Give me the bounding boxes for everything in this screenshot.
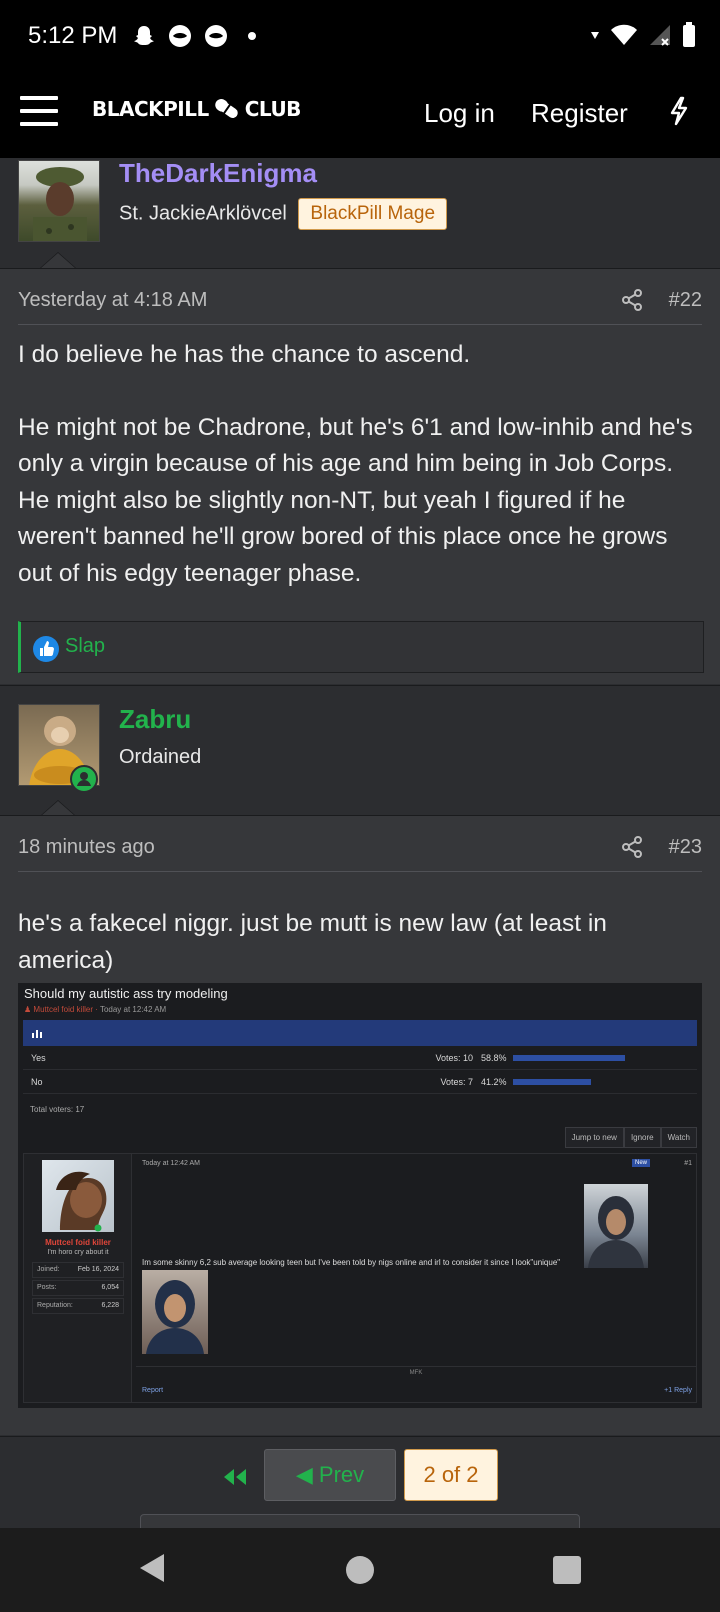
user-banner: BlackPill Mage bbox=[298, 198, 448, 230]
embed-thread-buttons: Jump to new Ignore Watch bbox=[564, 1127, 697, 1148]
pill-icon bbox=[214, 97, 240, 121]
embedded-screenshot-image[interactable]: Should my autistic ass try modeling ♟ Mu… bbox=[18, 983, 702, 1408]
embed-stat: Joined: Feb 16, 2024 bbox=[32, 1262, 124, 1278]
message-paragraph: He might not be Chadrone, but he's 6'1 a… bbox=[18, 413, 693, 587]
poll-votes: Votes: 10 bbox=[435, 1053, 473, 1063]
embed-reply: +1 Reply bbox=[664, 1387, 692, 1394]
embed-post: Muttcel foid killer I'm horo cry about i… bbox=[23, 1153, 697, 1403]
embed-poll-header bbox=[23, 1020, 697, 1046]
embed-post-number: #1 bbox=[684, 1160, 692, 1167]
first-page-icon[interactable] bbox=[222, 1467, 248, 1487]
embed-button: Watch bbox=[660, 1127, 697, 1148]
page-indicator[interactable]: 2 of 2 bbox=[404, 1449, 498, 1501]
user-title-row: St. JackieArklövcel BlackPill Mage bbox=[119, 198, 448, 230]
status-bar: 5:12 PM bbox=[0, 0, 720, 72]
bolt-icon[interactable] bbox=[668, 96, 690, 126]
embed-button: Ignore bbox=[623, 1127, 661, 1148]
online-status-icon bbox=[94, 1224, 102, 1232]
embed-poll-row: Yes Votes: 10 58.8% bbox=[23, 1046, 697, 1070]
share-icon[interactable] bbox=[620, 835, 644, 859]
thumbs-up-icon bbox=[33, 636, 59, 662]
back-icon[interactable] bbox=[138, 1552, 166, 1584]
home-icon[interactable] bbox=[346, 1556, 374, 1584]
username[interactable]: TheDarkEnigma bbox=[119, 158, 317, 189]
register-link[interactable]: Register bbox=[531, 98, 628, 129]
prev-label: Prev bbox=[318, 1462, 365, 1487]
user-title: St. JackieArklövcel bbox=[119, 202, 287, 225]
data-arrow-icon bbox=[591, 32, 599, 39]
embed-photo bbox=[584, 1184, 648, 1268]
chevron-left-icon: ◀ bbox=[295, 1462, 313, 1487]
embed-signature: MFK bbox=[136, 1366, 696, 1376]
embed-post-main: Today at 12:42 AM New #1 Im some skinny … bbox=[136, 1154, 696, 1402]
embed-post-sidebar: Muttcel foid killer I'm horo cry about i… bbox=[24, 1154, 132, 1402]
post-arrow bbox=[40, 252, 76, 268]
poll-option: Yes bbox=[31, 1053, 46, 1063]
login-link[interactable]: Log in bbox=[424, 98, 495, 129]
embed-button: Jump to new bbox=[564, 1127, 624, 1148]
menu-icon[interactable] bbox=[20, 96, 58, 128]
post-meta: Yesterday at 4:18 AM #22 bbox=[18, 275, 702, 325]
reaction-label[interactable]: Slap bbox=[65, 635, 105, 658]
reaction-bar[interactable]: Slap bbox=[18, 621, 704, 673]
status-time: 5:12 PM bbox=[28, 22, 118, 49]
recent-apps-icon[interactable] bbox=[553, 1556, 581, 1584]
embed-post-text: Im some skinny 6,2 sub average looking t… bbox=[142, 1258, 561, 1267]
post-user-block: Zabru Ordained bbox=[0, 685, 720, 816]
message-paragraph: I do believe he has the chance to ascend… bbox=[18, 341, 471, 368]
snapchat-icon bbox=[134, 26, 155, 45]
post-meta: 18 minutes ago #23 bbox=[18, 822, 702, 872]
post-arrow bbox=[40, 800, 76, 816]
embed-username: Muttcel foid killer bbox=[45, 1238, 111, 1247]
post-message: I do believe he has the chance to ascend… bbox=[18, 337, 702, 592]
poll-bar bbox=[513, 1055, 625, 1061]
embed-user-title: I'm horo cry about it bbox=[47, 1249, 109, 1256]
battery-icon bbox=[683, 22, 695, 47]
poll-votes: Votes: 7 bbox=[440, 1077, 473, 1087]
post-number[interactable]: #23 bbox=[669, 836, 702, 859]
embed-thread-author: ♟ Muttcel foid killer · Today at 12:42 A… bbox=[24, 1005, 167, 1014]
share-icon[interactable] bbox=[620, 288, 644, 312]
post-date[interactable]: Yesterday at 4:18 AM bbox=[18, 289, 207, 312]
logo-text-left: BLACKPILL bbox=[92, 97, 209, 121]
post-user-block: TheDarkEnigma St. JackieArklövcel BlackP… bbox=[0, 158, 720, 268]
wifi-icon bbox=[611, 24, 637, 45]
avatar[interactable] bbox=[18, 160, 100, 242]
signal-icon bbox=[650, 25, 670, 46]
notification-icon bbox=[169, 25, 192, 47]
embed-report: Report bbox=[142, 1387, 164, 1394]
message-paragraph: he's a fakecel niggr. just be mutt is ne… bbox=[18, 910, 607, 974]
username[interactable]: Zabru bbox=[119, 704, 191, 735]
top-navigation: BLACKPILL CLUB Log in Register bbox=[0, 72, 720, 158]
poll-total: Total voters: 17 bbox=[30, 1105, 85, 1114]
embed-stat: Reputation: 6,228 bbox=[32, 1298, 124, 1314]
chart-icon bbox=[32, 1030, 42, 1038]
post-date[interactable]: 18 minutes ago bbox=[18, 836, 155, 859]
notification-icon bbox=[205, 25, 228, 47]
prev-page-button[interactable]: ◀ Prev bbox=[264, 1449, 396, 1501]
embed-thread-title: Should my autistic ass try modeling bbox=[24, 986, 228, 1001]
embed-avatar bbox=[42, 1160, 114, 1232]
embed-new-badge: New bbox=[631, 1159, 650, 1167]
poll-percent: 58.8% bbox=[481, 1053, 507, 1063]
post-body: Yesterday at 4:18 AM #22 I do believe he… bbox=[0, 268, 720, 684]
embed-post-date: Today at 12:42 AM bbox=[142, 1160, 200, 1167]
system-navigation-bar bbox=[0, 1528, 720, 1612]
embed-poll-row: No Votes: 7 41.2% bbox=[23, 1070, 697, 1094]
post-number[interactable]: #22 bbox=[669, 289, 702, 312]
poll-bar bbox=[513, 1079, 591, 1085]
online-status-icon bbox=[70, 765, 98, 793]
poll-option: No bbox=[31, 1077, 43, 1087]
embed-photo bbox=[142, 1270, 208, 1354]
logo-text-right: CLUB bbox=[244, 97, 302, 121]
site-logo[interactable]: BLACKPILL CLUB bbox=[92, 96, 301, 122]
post-message: he's a fakecel niggr. just be mutt is ne… bbox=[18, 906, 702, 979]
dot-icon bbox=[248, 32, 257, 40]
user-title: Ordained bbox=[119, 746, 202, 768]
poll-percent: 41.2% bbox=[481, 1077, 507, 1087]
embed-stat: Posts: 6,054 bbox=[32, 1280, 124, 1296]
